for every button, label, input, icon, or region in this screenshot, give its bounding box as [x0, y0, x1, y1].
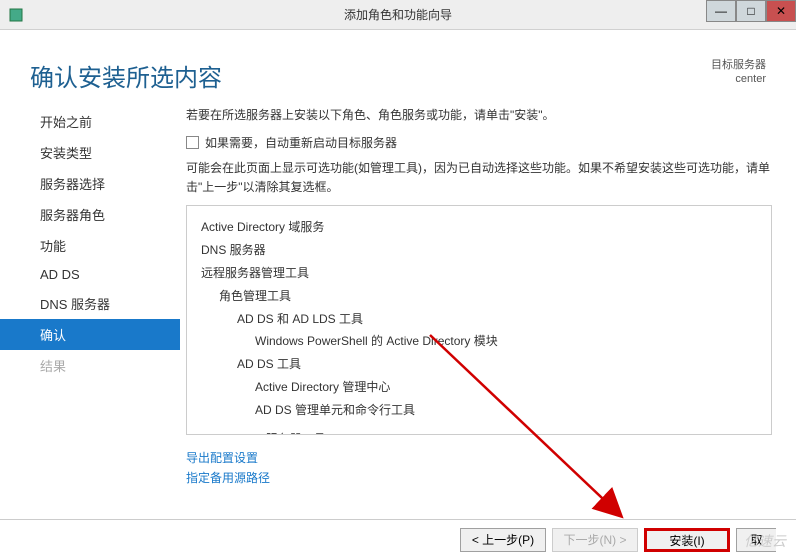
feature-item: AD DS 管理单元和命令行工具 [255, 399, 757, 422]
feature-item: 角色管理工具 [219, 285, 757, 308]
note-text: 可能会在此页面上显示可选功能(如管理工具)，因为已自动选择这些功能。如果不希望安… [186, 159, 772, 197]
alt-source-link[interactable]: 指定备用源路径 [186, 469, 772, 488]
sidebar-item-install-type[interactable]: 安装类型 [0, 137, 180, 168]
sidebar-item-features[interactable]: 功能 [0, 230, 180, 261]
intro-text: 若要在所选服务器上安装以下角色、角色服务或功能，请单击"安装"。 [186, 106, 772, 124]
minimize-button[interactable]: — [706, 0, 736, 22]
feature-item: AD DS 工具 [237, 353, 757, 376]
close-button[interactable]: ✕ [766, 0, 796, 22]
next-button: 下一步(N) > [552, 528, 638, 552]
sidebar-item-dns[interactable]: DNS 服务器 [0, 288, 180, 319]
watermark: 亿速云 [744, 531, 786, 551]
sidebar-item-server-select[interactable]: 服务器选择 [0, 168, 180, 199]
auto-restart-label[interactable]: 如果需要，自动重新启动目标服务器 [205, 134, 397, 151]
window-title: 添加角色和功能向导 [344, 6, 452, 23]
app-icon [8, 7, 24, 23]
sidebar-item-server-roles[interactable]: 服务器角色 [0, 199, 180, 230]
feature-item: Active Directory 域服务 [201, 216, 757, 239]
feature-item: DNS 服务器工具 [237, 428, 757, 436]
auto-restart-checkbox[interactable] [186, 136, 199, 149]
sidebar-item-results: 结果 [0, 350, 180, 381]
sidebar-item-confirm[interactable]: 确认 [0, 319, 180, 350]
sidebar-item-adds[interactable]: AD DS [0, 261, 180, 288]
page-title: 确认安装所选内容 [30, 58, 222, 100]
features-list: Active Directory 域服务 DNS 服务器 远程服务器管理工具 角… [186, 205, 772, 435]
previous-button[interactable]: < 上一步(P) [460, 528, 546, 552]
maximize-button[interactable]: □ [736, 0, 766, 22]
export-config-link[interactable]: 导出配置设置 [186, 449, 772, 468]
feature-item: AD DS 和 AD LDS 工具 [237, 308, 757, 331]
feature-item: Active Directory 管理中心 [255, 376, 757, 399]
install-button[interactable]: 安装(I) [644, 528, 730, 552]
target-server: 目标服务器 center [711, 58, 766, 100]
feature-item: 远程服务器管理工具 [201, 262, 757, 285]
sidebar-item-before-begin[interactable]: 开始之前 [0, 106, 180, 137]
feature-item: Windows PowerShell 的 Active Directory 模块 [255, 330, 757, 353]
wizard-steps-sidebar: 开始之前 安装类型 服务器选择 服务器角色 功能 AD DS DNS 服务器 确… [0, 100, 180, 488]
feature-item: DNS 服务器 [201, 239, 757, 262]
